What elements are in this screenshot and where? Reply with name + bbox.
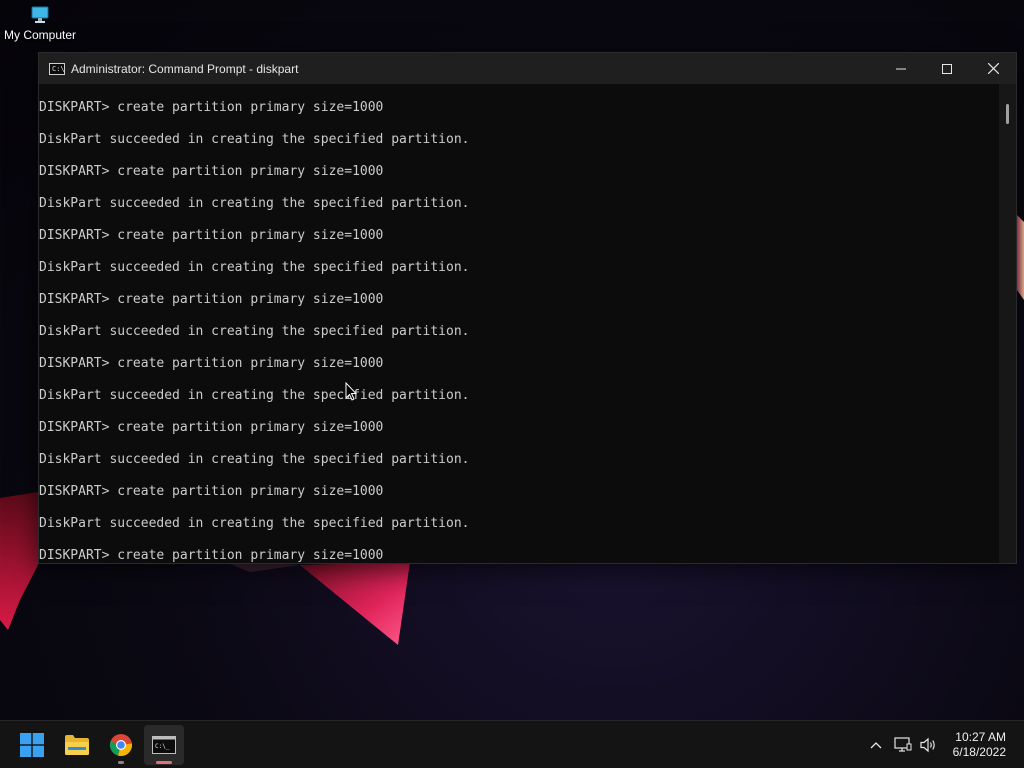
- monitor-icon: [30, 6, 50, 24]
- console-command-line: DISKPART> create partition primary size=…: [39, 292, 384, 307]
- clock-time: 10:27 AM: [955, 730, 1006, 744]
- maximize-button[interactable]: [924, 53, 970, 84]
- svg-text:C:\_: C:\_: [155, 743, 170, 750]
- vertical-scrollbar[interactable]: [999, 84, 1016, 563]
- console-command-line: DISKPART> create partition primary size=…: [39, 420, 384, 435]
- console-output-line: DiskPart succeeded in creating the speci…: [39, 388, 470, 403]
- network-icon: [894, 737, 912, 752]
- taskbar-file-explorer[interactable]: [57, 725, 97, 765]
- volume-icon: [920, 737, 935, 753]
- taskbar-command-prompt[interactable]: C:\_: [144, 725, 184, 765]
- console-command-line: DISKPART> create partition primary size=…: [39, 164, 384, 179]
- maximize-icon: [942, 63, 952, 74]
- mouse-cursor-icon: [345, 381, 358, 402]
- folder-icon: [65, 735, 89, 755]
- system-clock[interactable]: 10:27 AM 6/18/2022: [953, 730, 1006, 760]
- window-titlebar[interactable]: C:\ Administrator: Command Prompt - disk…: [39, 53, 1016, 84]
- window-controls: [878, 53, 1016, 84]
- window-title: Administrator: Command Prompt - diskpart: [71, 61, 299, 76]
- network-button[interactable]: [892, 735, 914, 755]
- start-button[interactable]: [12, 725, 52, 765]
- desktop-icon-label: My Computer: [3, 28, 77, 42]
- clock-date: 6/18/2022: [952, 745, 1006, 759]
- active-indicator: [156, 761, 172, 764]
- command-prompt-window[interactable]: C:\ Administrator: Command Prompt - disk…: [38, 52, 1017, 564]
- running-indicator: [118, 761, 124, 764]
- terminal-icon: C:\_: [152, 736, 176, 754]
- console-output-line: DiskPart succeeded in creating the speci…: [39, 516, 470, 531]
- volume-button[interactable]: [918, 735, 940, 755]
- console-command-line: DISKPART> create partition primary size=…: [39, 356, 384, 371]
- windows-start-icon: [20, 733, 44, 757]
- console-output-line: DiskPart succeeded in creating the speci…: [39, 452, 470, 467]
- cmd-icon: C:\: [49, 62, 65, 75]
- console-output-line: DiskPart succeeded in creating the speci…: [39, 260, 470, 275]
- desktop-icon-my-computer[interactable]: My Computer: [0, 4, 80, 42]
- minimize-icon: [896, 68, 906, 69]
- console-command-line: DISKPART> create partition primary size=…: [39, 484, 384, 499]
- close-icon: [987, 63, 999, 74]
- show-hidden-icons-button[interactable]: [866, 735, 886, 755]
- console-command-line: DISKPART> create partition primary size=…: [39, 548, 384, 563]
- taskbar-chrome[interactable]: [101, 725, 141, 765]
- minimize-button[interactable]: [878, 53, 924, 84]
- chevron-up-icon: [870, 742, 882, 749]
- chrome-icon: [109, 734, 133, 757]
- console-output[interactable]: DISKPART> create partition primary size=…: [39, 84, 999, 563]
- console-command-line: DISKPART> create partition primary size=…: [39, 228, 384, 243]
- console-command-line: DISKPART> create partition primary size=…: [39, 100, 384, 115]
- console-output-line: DiskPart succeeded in creating the speci…: [39, 324, 470, 339]
- close-button[interactable]: [970, 53, 1016, 84]
- console-output-line: DiskPart succeeded in creating the speci…: [39, 196, 470, 211]
- console-output-line: DiskPart succeeded in creating the speci…: [39, 132, 470, 147]
- scrollbar-thumb[interactable]: [1006, 104, 1009, 124]
- taskbar: C:\_ 10:27 AM 6/18/2022: [0, 720, 1024, 768]
